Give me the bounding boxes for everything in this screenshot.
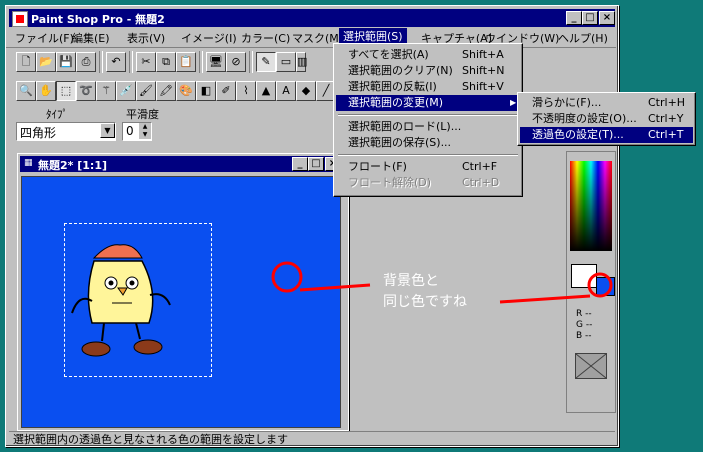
document-title-bar[interactable]: ▦ 無題2* [1:1] _ □ × [20, 156, 345, 172]
disabled-icon: ⊘ [226, 52, 246, 72]
toolbar-divider [6, 47, 616, 48]
tool-options-icon[interactable]: ▭ [276, 52, 296, 72]
smooth-label: 平滑度 [126, 108, 159, 121]
dropper-icon[interactable]: 💉 [116, 81, 136, 101]
type-label: ﾀｲﾌﾟ [46, 108, 68, 121]
menu-bar: ファイル(F) 編集(E) 表示(V) イメージ(I) カラー(C) マスク(M… [9, 28, 615, 46]
retouch-icon[interactable]: ◧ [196, 81, 216, 101]
status-text: 選択範囲内の透過色と見なされる色の範囲を設定します [13, 433, 288, 446]
b-value: B -- [576, 331, 592, 341]
smooth-stepper[interactable]: 0 ▲ ▼ [122, 122, 152, 141]
separator [99, 51, 103, 73]
window-title: Paint Shop Pro - 無題2 [31, 13, 165, 26]
character-drawing [71, 244, 171, 357]
paste-icon[interactable]: 📋 [176, 52, 196, 72]
modify-submenu: 滑らかに(F)... Ctrl+H 不透明度の設定(O)... Ctrl+Y 透過色… [517, 92, 696, 146]
menu-file[interactable]: ファイル(F) [15, 30, 74, 46]
undo-icon[interactable]: ↶ [106, 52, 126, 72]
menu-color[interactable]: カラー(C) [241, 30, 290, 46]
copy-icon[interactable]: ⧉ [156, 52, 176, 72]
close-button[interactable]: × [599, 11, 615, 25]
paint-tool-palette-icon[interactable]: ✎ [256, 52, 276, 72]
menu-item-float[interactable]: フロート(F) Ctrl+F [336, 159, 520, 175]
separator [129, 51, 133, 73]
color-replace-icon[interactable]: 🎨 [176, 81, 196, 101]
monitor-icon[interactable]: 🖥 [206, 52, 226, 72]
transparency-swatch[interactable] [575, 353, 607, 379]
menu-item-opacity[interactable]: 不透明度の設定(O)... Ctrl+Y [520, 111, 693, 127]
menu-separator [338, 154, 518, 156]
maximize-button[interactable]: □ [582, 11, 598, 25]
smooth-value: 0 [126, 124, 134, 138]
menu-view[interactable]: 表示(V) [127, 30, 165, 46]
fill-icon[interactable]: ▲ [256, 81, 276, 101]
hand-icon[interactable]: ✋ [36, 81, 56, 101]
text-icon[interactable]: A [276, 81, 296, 101]
separator [249, 51, 253, 73]
new-file-icon[interactable]: 🗋 [16, 52, 36, 72]
chevron-down-icon[interactable]: ▼ [100, 123, 115, 138]
status-bar: 選択範囲内の透過色と見なされる色の範囲を設定します [9, 431, 615, 447]
type-select[interactable]: 四角形 ▼ [16, 122, 116, 141]
airbrush-icon[interactable]: ⌇ [236, 81, 256, 101]
selection-icon[interactable]: ⬚ [56, 81, 76, 101]
menu-item-select-all[interactable]: すべてを選択(A) Shift+A [336, 47, 520, 63]
menu-item-save[interactable]: 選択範囲の保存(S)... [336, 135, 520, 151]
menu-item-defloat: フロート解除(D) Ctrl+D [348, 176, 500, 189]
doc-minimize-button[interactable]: _ [292, 157, 308, 171]
stepper-up-icon[interactable]: ▲ [139, 123, 151, 131]
menu-help[interactable]: ヘルプ(H) [558, 30, 608, 46]
save-icon[interactable]: 💾 [56, 52, 76, 72]
menu-edit[interactable]: 編集(E) [72, 30, 110, 46]
open-folder-icon[interactable]: 📂 [36, 52, 56, 72]
menu-item-modify[interactable]: 選択範囲の変更(M) ▶ [336, 95, 520, 111]
submenu-arrow-icon: ▶ [510, 98, 517, 107]
stepper-down-icon[interactable]: ▼ [139, 131, 151, 139]
brush-icon[interactable]: 🖌 [136, 81, 156, 101]
shape-icon[interactable]: ◆ [296, 81, 316, 101]
eraser-icon[interactable]: ✐ [216, 81, 236, 101]
zoom-icon[interactable]: 🔍 [16, 81, 36, 101]
print-icon[interactable]: ⎙ [76, 52, 96, 72]
color-palette-icon[interactable]: ▥ [296, 52, 307, 72]
menu-item-clear[interactable]: 選択範囲のクリア(N) Shift+N [336, 63, 520, 79]
magic-wand-icon[interactable]: ⚚ [96, 81, 116, 101]
color-spectrum[interactable] [570, 161, 612, 251]
lasso-icon[interactable]: ➰ [76, 81, 96, 101]
doc-maximize-button[interactable]: □ [308, 157, 324, 171]
annotation-line-2: 同じ色ですね [383, 294, 467, 310]
separator [199, 51, 203, 73]
main-window: Paint Shop Pro - 無題2 _ □ × ファイル(F) 編集(E)… [5, 5, 619, 447]
type-value: 四角形 [20, 126, 57, 140]
menu-image[interactable]: イメージ(I) [181, 30, 237, 46]
cut-icon[interactable]: ✂ [136, 52, 156, 72]
g-value: G -- [576, 320, 593, 330]
minimize-button[interactable]: _ [566, 11, 582, 25]
annotation-line-1: 背景色と [383, 273, 439, 289]
title-bar[interactable]: Paint Shop Pro - 無題2 _ □ × [9, 9, 615, 27]
menu-item-smooth[interactable]: 滑らかに(F)... Ctrl+H [520, 95, 693, 111]
menu-separator [338, 114, 518, 116]
app-icon[interactable] [12, 11, 28, 27]
menu-item-transparent-color[interactable]: 透過色の設定(T)... Ctrl+T [520, 127, 693, 143]
menu-item-load[interactable]: 選択範囲のロード(L)... [336, 119, 520, 135]
menu-item-invert[interactable]: 選択範囲の反転(I) Shift+V [336, 79, 520, 95]
doc-icon: ▦ [24, 158, 33, 168]
selection-dropdown-menu: すべてを選択(A) Shift+A 選択範囲のクリア(N) Shift+N 選択範囲… [333, 43, 523, 197]
clone-icon[interactable]: 🖍 [156, 81, 176, 101]
document-title: 無題2* [1:1] [38, 159, 107, 172]
cross-icon [575, 353, 607, 379]
